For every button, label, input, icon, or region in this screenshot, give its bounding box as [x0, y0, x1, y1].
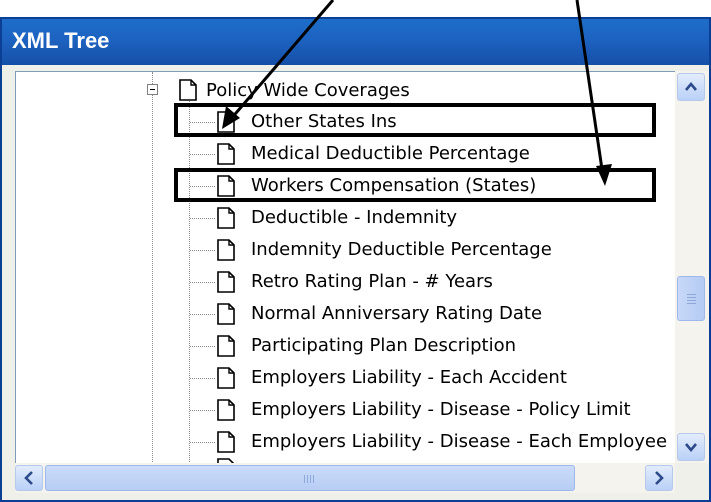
annotation-arrow-right: [575, 0, 605, 177]
annotation-arrowhead-right: [596, 164, 612, 186]
annotation-arrows: [222, 0, 612, 186]
annotation-arrow-left: [228, 0, 335, 121]
